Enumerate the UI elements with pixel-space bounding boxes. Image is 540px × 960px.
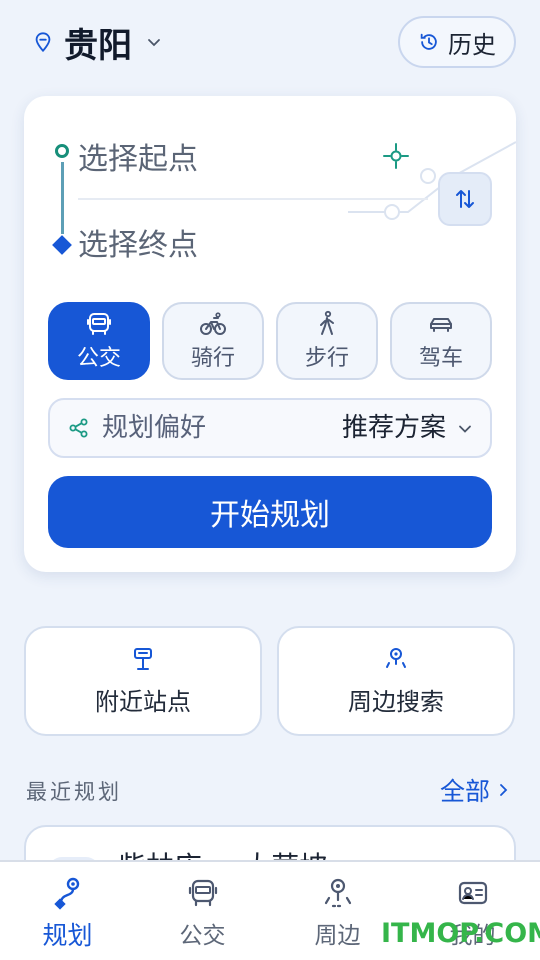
bus-icon: [87, 313, 111, 335]
nearby-icon: [324, 878, 351, 908]
chevron-down-icon: [148, 39, 160, 47]
nearby-stations-button[interactable]: 附近站点: [24, 626, 262, 736]
transport-modes: 公交 骑行 步行 驾车: [48, 302, 492, 380]
city-selector[interactable]: 贵阳: [32, 20, 162, 66]
mode-bike[interactable]: 骑行: [162, 302, 264, 380]
tab-label: 公交: [179, 923, 226, 949]
tab-label: 周边: [314, 923, 361, 949]
mode-bus[interactable]: 公交: [48, 302, 150, 380]
route-connector: [61, 162, 64, 234]
swap-button[interactable]: [438, 172, 492, 226]
bus-stop-icon: [134, 647, 152, 670]
history-label: 历史: [448, 30, 496, 59]
tab-bus[interactable]: 公交: [135, 876, 270, 950]
mode-label: 公交: [76, 346, 121, 371]
swap-arrows-icon: [456, 190, 474, 208]
location-pin-icon: [35, 32, 51, 53]
preference-label: 规划偏好: [102, 413, 207, 443]
locate-icon: [383, 143, 409, 169]
tab-plan[interactable]: 规划: [0, 876, 135, 952]
header: 贵阳 历史: [0, 0, 540, 86]
start-point-input[interactable]: 选择起点: [78, 132, 368, 180]
mode-label: 步行: [304, 346, 349, 371]
start-point-marker: [55, 144, 69, 158]
start-planning-button[interactable]: 开始规划: [48, 476, 492, 548]
tab-label: 规划: [42, 921, 93, 950]
route-card: 选择起点 选择终点 公交 骑行 步行 驾车 规划偏好 推荐方案 开始规划: [24, 96, 516, 572]
chevron-right-icon: [500, 784, 508, 796]
mode-walk[interactable]: 步行: [276, 302, 378, 380]
bike-icon: [200, 312, 226, 335]
route-icon: [53, 877, 79, 910]
bus-icon: [188, 879, 217, 907]
view-all-link[interactable]: 全部: [440, 772, 510, 808]
quick-action-label: 附近站点: [95, 687, 191, 716]
profile-card-icon: [458, 881, 487, 905]
quick-action-label: 周边搜索: [348, 687, 444, 716]
end-point-input[interactable]: 选择终点: [78, 218, 368, 266]
car-icon: [430, 318, 452, 332]
preference-selector[interactable]: 规划偏好 推荐方案: [48, 398, 492, 458]
recent-plans-title: 最近规划: [26, 780, 122, 804]
mode-label: 骑行: [190, 346, 235, 371]
chevron-down-icon: [459, 425, 471, 433]
view-all-label: 全部: [439, 777, 490, 806]
mode-label: 驾车: [418, 346, 463, 371]
end-point-marker: [52, 235, 72, 255]
history-icon: [420, 33, 437, 50]
mode-car[interactable]: 驾车: [390, 302, 492, 380]
watermark: ITMOP.COM: [381, 918, 540, 949]
nearby-search-button[interactable]: 周边搜索: [277, 626, 515, 736]
history-button[interactable]: 历史: [398, 16, 516, 68]
location-search-icon: [386, 647, 406, 668]
field-divider: [78, 198, 428, 200]
preference-value: 推荐方案: [341, 413, 446, 443]
city-name: 贵阳: [64, 25, 132, 66]
walk-icon: [320, 310, 334, 335]
share-nodes-icon: [69, 418, 88, 438]
